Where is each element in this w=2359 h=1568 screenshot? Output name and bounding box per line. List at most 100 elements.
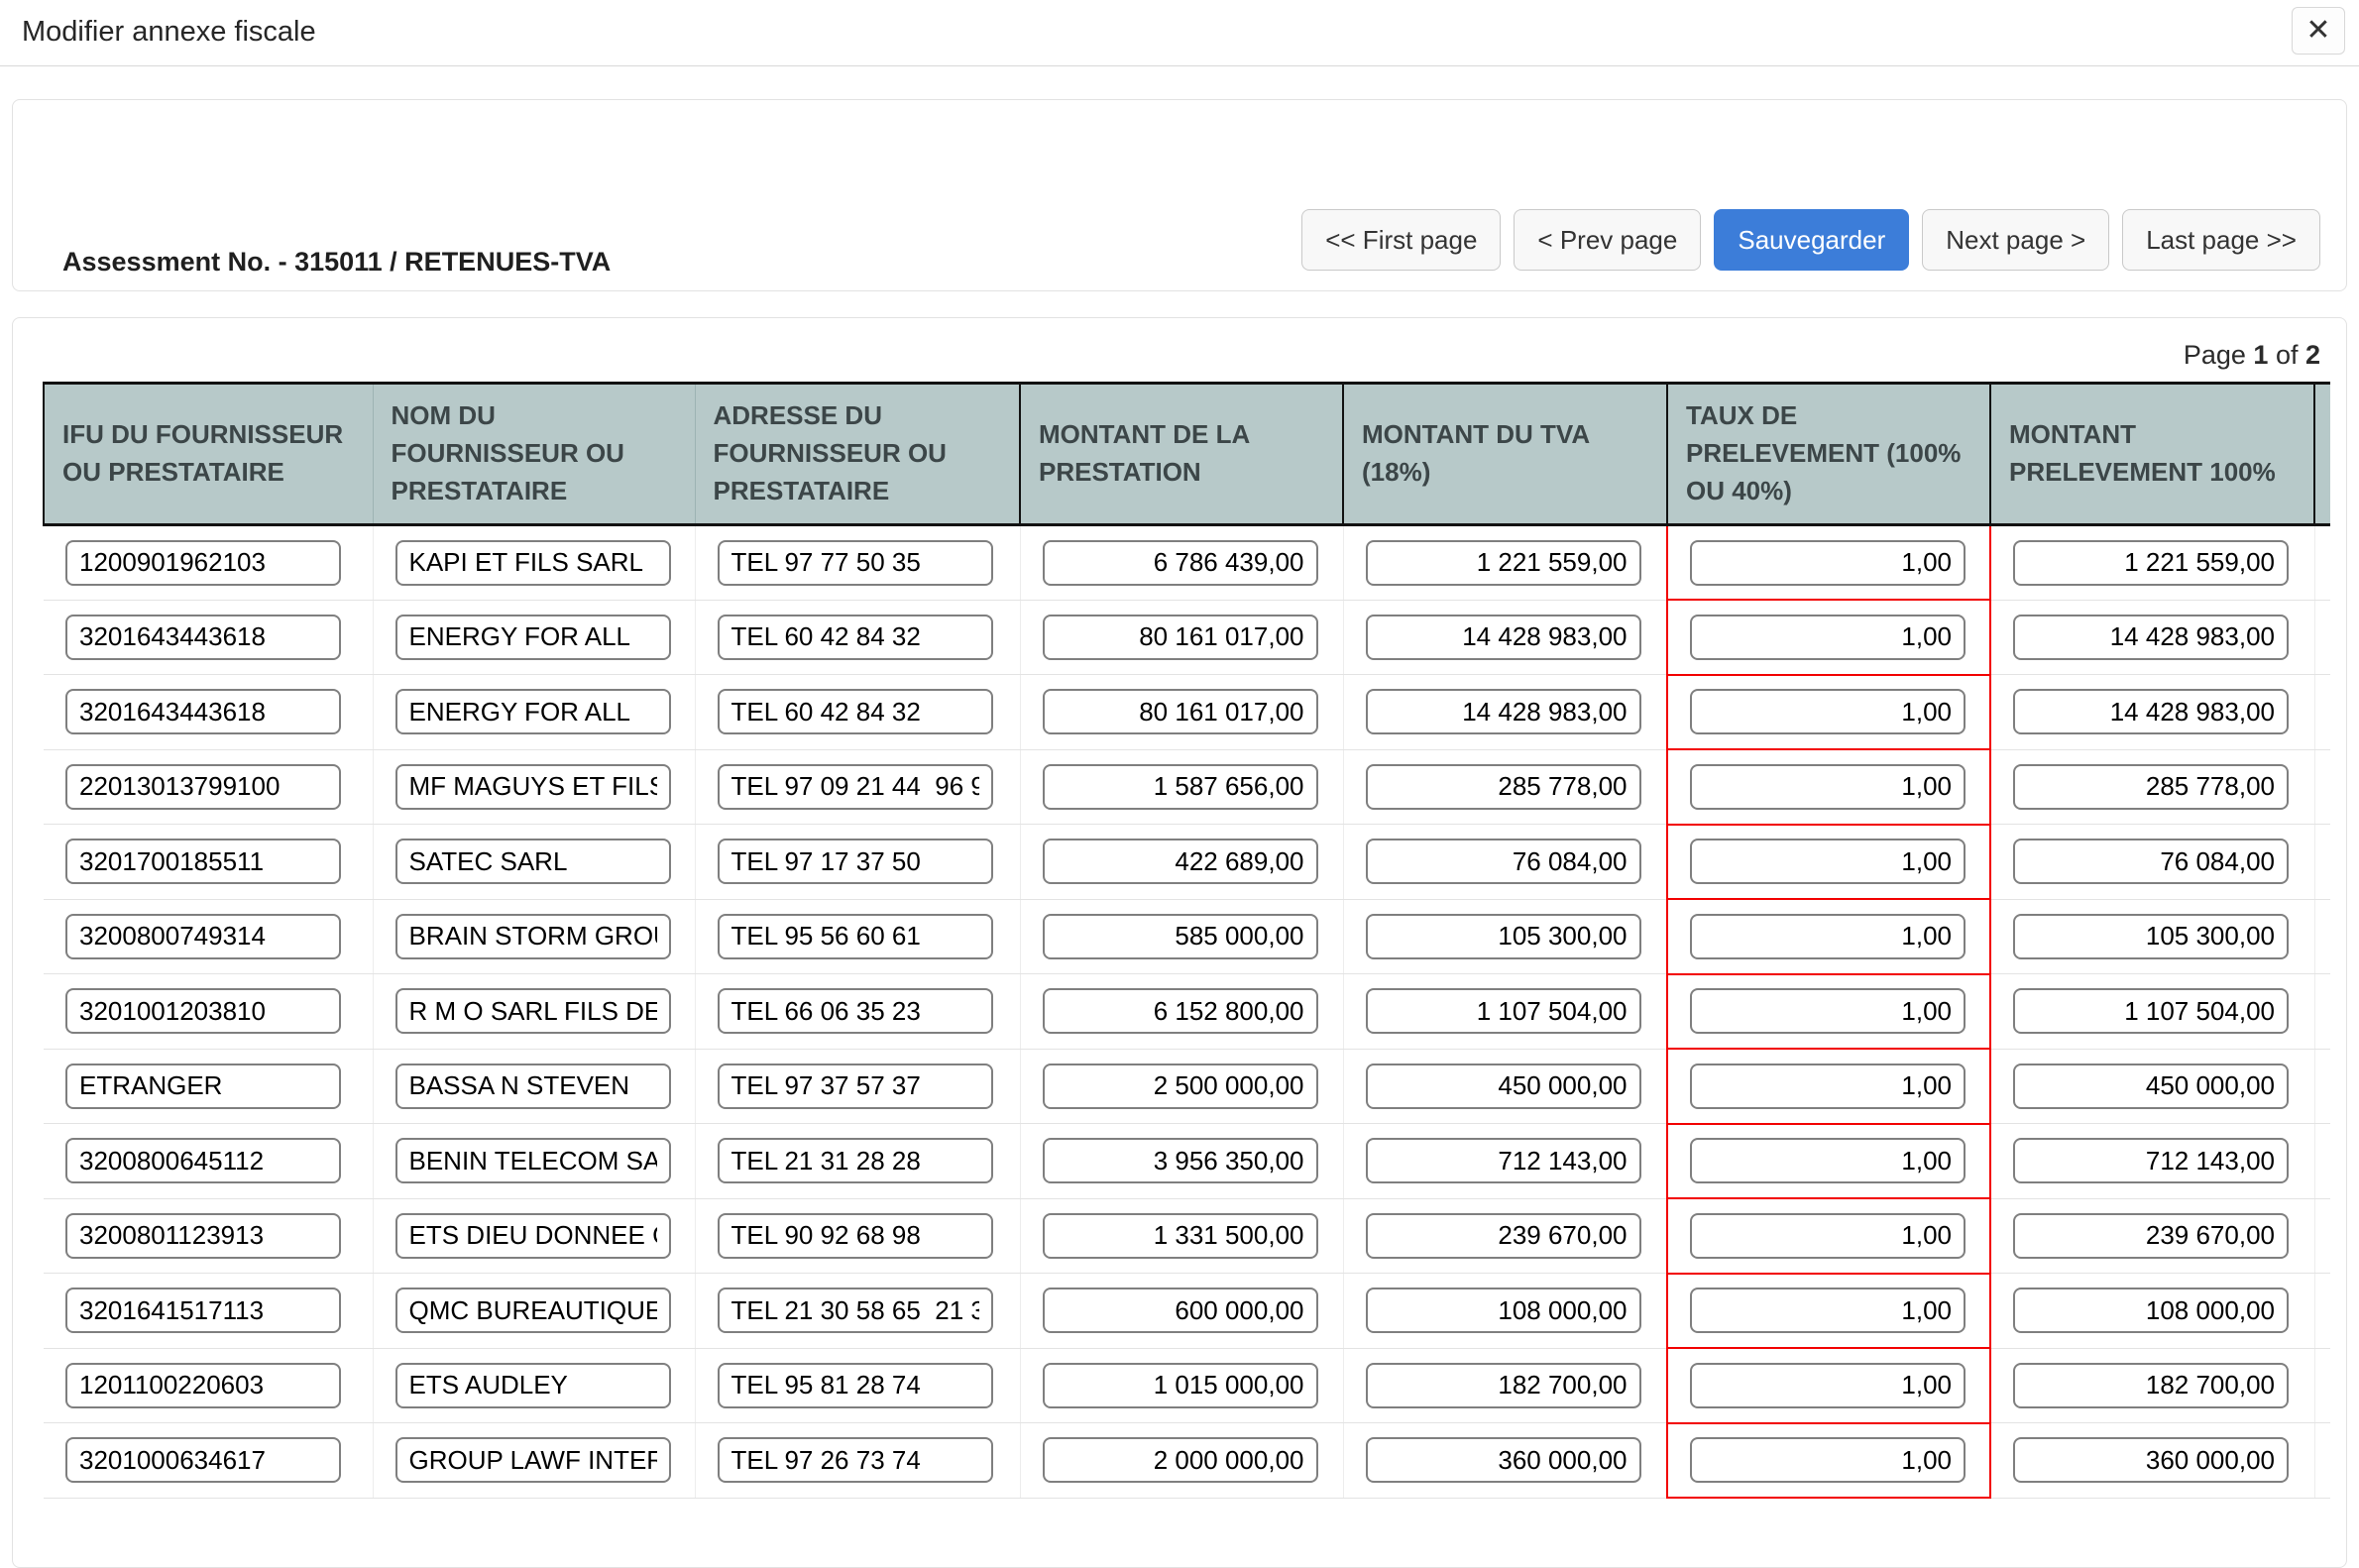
ifu-input[interactable] [65, 1288, 341, 1333]
supplier-name-input[interactable] [395, 1437, 671, 1483]
ifu-input[interactable] [65, 1363, 341, 1408]
tva-amount-input[interactable] [1366, 1138, 1641, 1183]
supplier-address-input[interactable] [718, 839, 993, 884]
prelevement-amount-input[interactable] [2013, 914, 2289, 959]
prev-page-button[interactable]: < Prev page [1514, 209, 1701, 271]
prelevement-amount-input[interactable] [2013, 988, 2289, 1034]
prestation-amount-input[interactable] [1043, 914, 1318, 959]
taux-input[interactable] [1690, 615, 1966, 660]
prelevement-amount-input[interactable] [2013, 1064, 2289, 1109]
supplier-address-input[interactable] [718, 1213, 993, 1259]
supplier-name-input[interactable] [395, 1288, 671, 1333]
prestation-amount-input[interactable] [1043, 540, 1318, 586]
tva-amount-input[interactable] [1366, 689, 1641, 734]
prestation-amount-input[interactable] [1043, 988, 1318, 1034]
supplier-name-input[interactable] [395, 988, 671, 1034]
save-button[interactable]: Sauvegarder [1714, 209, 1909, 271]
supplier-name-input[interactable] [395, 839, 671, 884]
supplier-name-input[interactable] [395, 1138, 671, 1183]
supplier-name-input[interactable] [395, 689, 671, 734]
prestation-amount-input[interactable] [1043, 615, 1318, 660]
column-header-nom: NOM DU FOURNISSEUR OU PRESTATAIRE [373, 384, 695, 525]
taux-input[interactable] [1690, 540, 1966, 586]
ifu-input[interactable] [65, 764, 341, 810]
tva-amount-input[interactable] [1366, 1437, 1641, 1483]
ifu-input[interactable] [65, 839, 341, 884]
supplier-address-input[interactable] [718, 914, 993, 959]
tva-amount-input[interactable] [1366, 1288, 1641, 1333]
prestation-amount-input[interactable] [1043, 839, 1318, 884]
ifu-input[interactable] [65, 1138, 341, 1183]
prelevement-amount-input[interactable] [2013, 615, 2289, 660]
prestation-amount-input[interactable] [1043, 1064, 1318, 1109]
taux-input[interactable] [1690, 1213, 1966, 1259]
taux-input[interactable] [1690, 689, 1966, 734]
tva-amount-input[interactable] [1366, 1363, 1641, 1408]
supplier-name-input[interactable] [395, 540, 671, 586]
spacer-cell [2314, 525, 2330, 601]
supplier-name-input[interactable] [395, 1213, 671, 1259]
taux-input[interactable] [1690, 764, 1966, 810]
ifu-input[interactable] [65, 914, 341, 959]
tva-amount-input[interactable] [1366, 764, 1641, 810]
prestation-amount-input[interactable] [1043, 689, 1318, 734]
ifu-input[interactable] [65, 540, 341, 586]
taux-input[interactable] [1690, 988, 1966, 1034]
supplier-address-input[interactable] [718, 1138, 993, 1183]
taux-input[interactable] [1690, 839, 1966, 884]
supplier-address-input[interactable] [718, 764, 993, 810]
supplier-address-input[interactable] [718, 1288, 993, 1333]
ifu-input[interactable] [65, 689, 341, 734]
prelevement-amount-input[interactable] [2013, 1437, 2289, 1483]
supplier-name-input[interactable] [395, 615, 671, 660]
taux-input[interactable] [1690, 1288, 1966, 1333]
prelevement-amount-input[interactable] [2013, 1288, 2289, 1333]
taux-input[interactable] [1690, 1138, 1966, 1183]
tva-amount-input[interactable] [1366, 615, 1641, 660]
supplier-name-input[interactable] [395, 914, 671, 959]
ifu-input[interactable] [65, 615, 341, 660]
ifu-input[interactable] [65, 1064, 341, 1109]
tva-amount-input[interactable] [1366, 988, 1641, 1034]
ifu-input[interactable] [65, 1213, 341, 1259]
supplier-name-input[interactable] [395, 1064, 671, 1109]
close-button[interactable]: ✕ [2292, 7, 2345, 55]
prelevement-amount-input[interactable] [2013, 839, 2289, 884]
tva-amount-input[interactable] [1366, 1213, 1641, 1259]
taux-input[interactable] [1690, 1437, 1966, 1483]
taux-input[interactable] [1690, 1064, 1966, 1109]
prelevement-amount-input[interactable] [2013, 1138, 2289, 1183]
prestation-amount-input[interactable] [1043, 1363, 1318, 1408]
supplier-address-input[interactable] [718, 1363, 993, 1408]
supplier-address-input[interactable] [718, 689, 993, 734]
supplier-address-input[interactable] [718, 1437, 993, 1483]
supplier-address-input[interactable] [718, 988, 993, 1034]
first-page-button[interactable]: << First page [1301, 209, 1501, 271]
next-page-button[interactable]: Next page > [1922, 209, 2109, 271]
taux-input[interactable] [1690, 1363, 1966, 1408]
prestation-amount-input[interactable] [1043, 1288, 1318, 1333]
ifu-input[interactable] [65, 988, 341, 1034]
prestation-amount-input[interactable] [1043, 1138, 1318, 1183]
supplier-name-input[interactable] [395, 764, 671, 810]
taux-input[interactable] [1690, 914, 1966, 959]
tva-amount-input[interactable] [1366, 914, 1641, 959]
tva-amount-input[interactable] [1366, 1064, 1641, 1109]
supplier-address-input[interactable] [718, 615, 993, 660]
prelevement-amount-input[interactable] [2013, 540, 2289, 586]
prelevement-amount-input[interactable] [2013, 1363, 2289, 1408]
last-page-button[interactable]: Last page >> [2122, 209, 2320, 271]
column-header-ifu: IFU DU FOURNISSEUR OU PRESTATAIRE [44, 384, 373, 525]
prelevement-amount-input[interactable] [2013, 689, 2289, 734]
supplier-address-input[interactable] [718, 540, 993, 586]
prestation-amount-input[interactable] [1043, 1213, 1318, 1259]
prelevement-amount-input[interactable] [2013, 1213, 2289, 1259]
supplier-name-input[interactable] [395, 1363, 671, 1408]
ifu-input[interactable] [65, 1437, 341, 1483]
prestation-amount-input[interactable] [1043, 764, 1318, 810]
prestation-amount-input[interactable] [1043, 1437, 1318, 1483]
supplier-address-input[interactable] [718, 1064, 993, 1109]
tva-amount-input[interactable] [1366, 540, 1641, 586]
prelevement-amount-input[interactable] [2013, 764, 2289, 810]
tva-amount-input[interactable] [1366, 839, 1641, 884]
